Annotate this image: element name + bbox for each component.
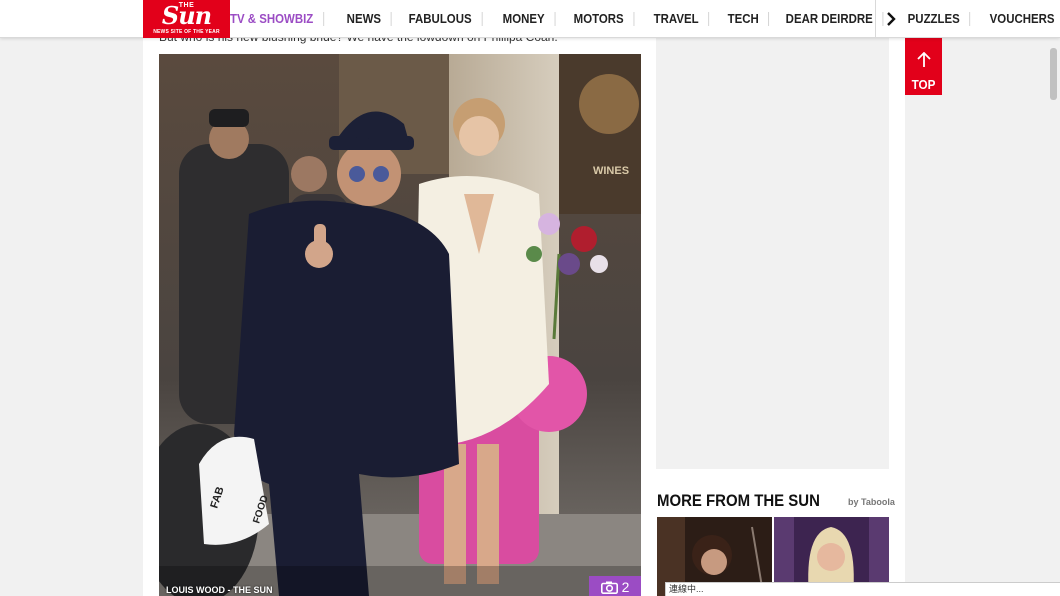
nav-tv-showbiz[interactable]: TV & SHOWBIZ bbox=[230, 12, 324, 26]
page-scrollbar[interactable] bbox=[1047, 0, 1060, 596]
nav-motors[interactable]: MOTORS bbox=[564, 12, 635, 26]
shop-sign-text: WINES bbox=[593, 165, 629, 177]
section-nav: TV & SHOWBIZ NEWS FABULOUS MONEY MOTORS … bbox=[230, 0, 1060, 38]
scrollbar-thumb[interactable] bbox=[1050, 48, 1057, 100]
article-photo[interactable]: WINES FAB FOOD bbox=[159, 54, 641, 596]
nav-dear-deirdre[interactable]: DEAR DEIRDRE bbox=[776, 12, 884, 26]
wedding-photo-illustration: WINES FAB FOOD bbox=[159, 54, 641, 596]
top-button-label: TOP bbox=[911, 77, 936, 92]
taboola-credit[interactable]: by Taboola bbox=[848, 497, 895, 507]
nav-next-button[interactable] bbox=[875, 0, 905, 38]
camera-icon bbox=[600, 581, 618, 594]
nav-tech[interactable]: TECH bbox=[718, 12, 770, 26]
chevron-right-icon bbox=[886, 12, 896, 26]
back-to-top-button[interactable]: TOP bbox=[905, 38, 942, 95]
nav-travel[interactable]: TRAVEL bbox=[644, 12, 709, 26]
arrow-up-icon bbox=[917, 52, 931, 67]
the-sun-logo[interactable]: THE Sun NEWS SITE OF THE YEAR bbox=[143, 0, 230, 38]
gallery-count: 2 bbox=[621, 579, 630, 595]
nav-money[interactable]: MONEY bbox=[493, 12, 556, 26]
logo-tagline: NEWS SITE OF THE YEAR bbox=[153, 29, 220, 35]
sidebar-ad-slot bbox=[656, 38, 889, 469]
nav-puzzles[interactable]: PUZZLES bbox=[898, 12, 971, 26]
browser-status-bar: 連線中... bbox=[665, 582, 1060, 596]
nav-news[interactable]: NEWS bbox=[337, 12, 392, 26]
gallery-button[interactable]: 2 bbox=[589, 576, 641, 596]
top-navigation: THE Sun NEWS SITE OF THE YEAR TV & SHOWB… bbox=[0, 0, 1060, 38]
more-from-heading: MORE FROM THE SUN bbox=[657, 491, 820, 510]
photo-credit: LOUIS WOOD - THE SUN bbox=[166, 585, 273, 595]
logo-sun-text: Sun bbox=[161, 1, 212, 30]
nav-vouchers[interactable]: VOUCHERS bbox=[980, 12, 1060, 26]
nav-fabulous[interactable]: FABULOUS bbox=[399, 12, 482, 26]
